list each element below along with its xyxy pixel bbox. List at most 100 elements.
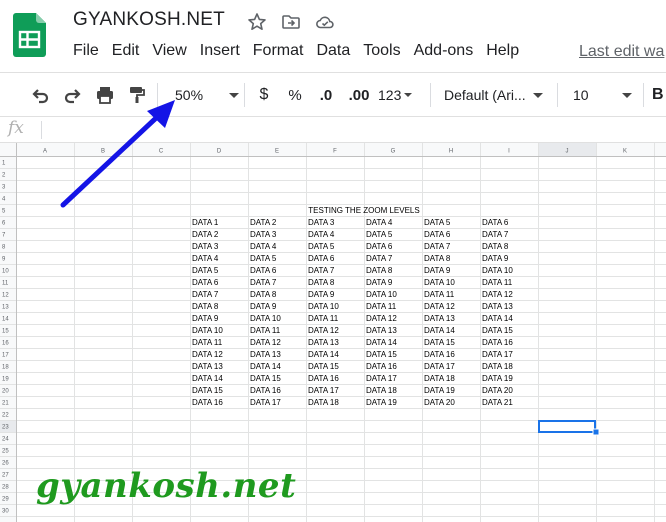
row-header-25[interactable]: 25 (2, 449, 9, 455)
print-button[interactable] (93, 73, 117, 117)
row-header-20[interactable]: 20 (2, 389, 9, 395)
data-cell[interactable]: DATA 9 (192, 314, 219, 323)
data-cell[interactable]: DATA 17 (424, 362, 455, 371)
data-cell[interactable]: DATA 6 (192, 278, 219, 287)
font-family-select[interactable]: Default (Ari... (438, 73, 550, 117)
data-cell[interactable]: DATA 16 (424, 350, 455, 359)
data-cell[interactable]: DATA 14 (424, 326, 455, 335)
data-cell[interactable]: DATA 11 (424, 290, 455, 299)
menu-view[interactable]: View (152, 42, 186, 60)
data-cell[interactable]: DATA 10 (366, 290, 397, 299)
data-cell[interactable]: DATA 17 (250, 398, 281, 407)
data-cell[interactable]: DATA 14 (250, 362, 281, 371)
sheet-title-cell[interactable]: TESTING THE ZOOM LEVELS (308, 206, 419, 215)
row-header-24[interactable]: 24 (2, 437, 9, 443)
data-cell[interactable]: DATA 11 (192, 338, 223, 347)
data-cell[interactable]: DATA 9 (482, 254, 509, 263)
data-cell[interactable]: DATA 16 (482, 338, 513, 347)
data-cell[interactable]: DATA 11 (366, 302, 397, 311)
data-cell[interactable]: DATA 19 (482, 374, 513, 383)
data-cell[interactable]: DATA 6 (366, 242, 393, 251)
data-cell[interactable]: DATA 13 (424, 314, 455, 323)
column-header-k[interactable]: K (623, 149, 627, 155)
data-cell[interactable]: DATA 13 (192, 362, 223, 371)
data-cell[interactable]: DATA 21 (482, 398, 513, 407)
data-cell[interactable]: DATA 5 (192, 266, 219, 275)
data-cell[interactable]: DATA 2 (192, 230, 219, 239)
data-cell[interactable]: DATA 13 (482, 302, 513, 311)
menu-tools[interactable]: Tools (363, 42, 400, 60)
fill-handle[interactable] (592, 428, 600, 436)
row-header-23[interactable]: 23 (2, 425, 9, 431)
row-header-16[interactable]: 16 (2, 341, 9, 347)
cloud-status-icon[interactable] (315, 12, 335, 32)
row-header-29[interactable]: 29 (2, 497, 9, 503)
column-header-d[interactable]: D (217, 149, 222, 155)
document-title[interactable]: GYANKOSH.NET (73, 9, 225, 31)
data-cell[interactable]: DATA 6 (250, 266, 277, 275)
data-cell[interactable]: DATA 3 (192, 242, 219, 251)
data-cell[interactable]: DATA 17 (308, 386, 339, 395)
data-cell[interactable]: DATA 19 (366, 398, 397, 407)
data-cell[interactable]: DATA 12 (482, 290, 513, 299)
data-cell[interactable]: DATA 13 (250, 350, 281, 359)
data-cell[interactable]: DATA 18 (482, 362, 513, 371)
column-header-j[interactable]: J (566, 149, 569, 155)
row-header-12[interactable]: 12 (2, 293, 9, 299)
data-cell[interactable]: DATA 5 (308, 242, 335, 251)
column-header-g[interactable]: G (391, 149, 396, 155)
data-cell[interactable]: DATA 10 (424, 278, 455, 287)
data-cell[interactable]: DATA 11 (308, 314, 339, 323)
sheets-logo-icon[interactable] (13, 13, 46, 57)
menu-help[interactable]: Help (486, 42, 519, 60)
row-header-10[interactable]: 10 (2, 269, 9, 275)
data-cell[interactable]: DATA 10 (308, 302, 339, 311)
last-edit-link[interactable]: Last edit wa (579, 43, 664, 61)
data-cell[interactable]: DATA 14 (366, 338, 397, 347)
data-cell[interactable]: DATA 9 (424, 266, 451, 275)
data-cell[interactable]: DATA 3 (308, 218, 335, 227)
data-cell[interactable]: DATA 12 (250, 338, 281, 347)
data-cell[interactable]: DATA 4 (308, 230, 335, 239)
data-cell[interactable]: DATA 16 (192, 398, 223, 407)
data-cell[interactable]: DATA 7 (366, 254, 393, 263)
data-cell[interactable]: DATA 17 (482, 350, 513, 359)
column-header-b[interactable]: B (101, 149, 105, 155)
data-cell[interactable]: DATA 14 (482, 314, 513, 323)
data-cell[interactable]: DATA 3 (250, 230, 277, 239)
data-cell[interactable]: DATA 5 (250, 254, 277, 263)
data-cell[interactable]: DATA 5 (424, 218, 451, 227)
row-header-26[interactable]: 26 (2, 461, 9, 467)
data-cell[interactable]: DATA 6 (424, 230, 451, 239)
selected-cell[interactable] (538, 420, 596, 433)
data-cell[interactable]: DATA 15 (250, 374, 281, 383)
data-cell[interactable]: DATA 7 (250, 278, 277, 287)
data-cell[interactable]: DATA 8 (250, 290, 277, 299)
data-cell[interactable]: DATA 10 (482, 266, 513, 275)
data-cell[interactable]: DATA 13 (308, 338, 339, 347)
data-cell[interactable]: DATA 16 (250, 386, 281, 395)
row-header-17[interactable]: 17 (2, 353, 9, 359)
data-cell[interactable]: DATA 8 (308, 278, 335, 287)
row-header-28[interactable]: 28 (2, 485, 9, 491)
undo-button[interactable] (28, 73, 52, 117)
increase-decimal-button[interactable]: .00 (344, 73, 374, 117)
data-cell[interactable]: DATA 15 (308, 362, 339, 371)
data-cell[interactable]: DATA 16 (366, 362, 397, 371)
decrease-decimal-button[interactable]: .0 (312, 73, 340, 117)
column-header-h[interactable]: H (449, 149, 453, 155)
data-cell[interactable]: DATA 15 (192, 386, 223, 395)
data-cell[interactable]: DATA 1 (192, 218, 219, 227)
row-header-21[interactable]: 21 (2, 401, 9, 407)
row-header-11[interactable]: 11 (2, 281, 9, 287)
data-cell[interactable]: DATA 18 (424, 374, 455, 383)
redo-button[interactable] (61, 73, 85, 117)
data-cell[interactable]: DATA 6 (482, 218, 509, 227)
bold-button[interactable]: B (652, 73, 666, 117)
paint-format-button[interactable] (125, 73, 149, 117)
column-header-c[interactable]: C (159, 149, 164, 155)
data-cell[interactable]: DATA 5 (366, 230, 393, 239)
menu-edit[interactable]: Edit (112, 42, 140, 60)
data-cell[interactable]: DATA 20 (482, 386, 513, 395)
data-cell[interactable]: DATA 13 (366, 326, 397, 335)
